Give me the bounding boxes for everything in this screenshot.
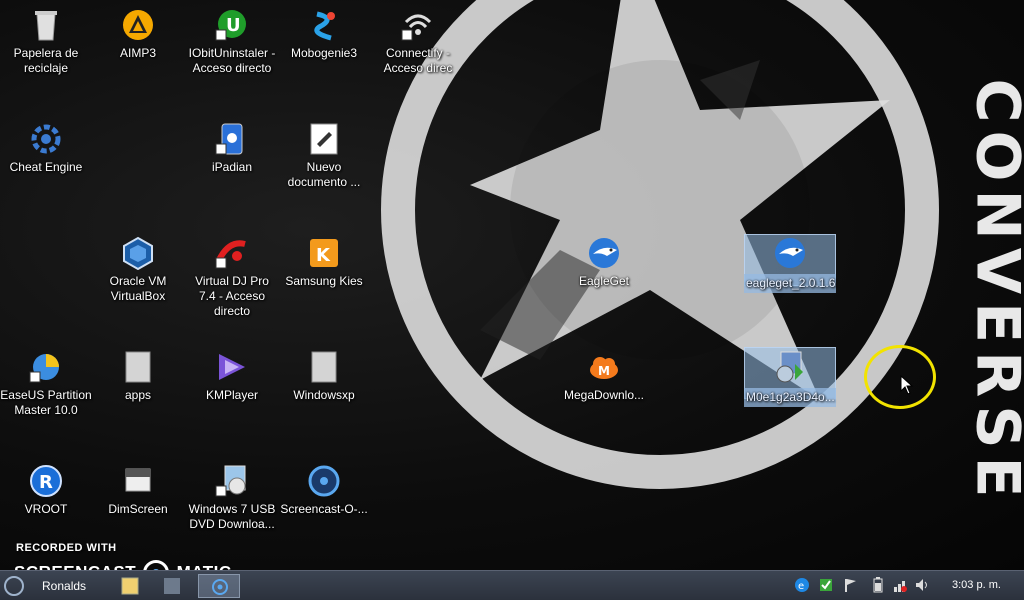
svg-text:U: U [226, 15, 241, 36]
taskbar-screencast-button[interactable] [198, 574, 240, 598]
ipadian-icon [215, 122, 249, 156]
volume-icon[interactable] [914, 577, 930, 593]
connectify-icon [401, 8, 435, 42]
virtual-dj-icon [215, 236, 249, 270]
desktop-icon-megadownloader[interactable]: M MegaDownlo... [558, 350, 650, 403]
desktop-icon-easeus[interactable]: EaseUS Partition Master 10.0 [0, 350, 92, 418]
easeus-icon [29, 350, 63, 384]
ie-tray-icon[interactable]: e [794, 577, 810, 593]
svg-text:K: K [316, 245, 331, 266]
desktop-icon-connectify[interactable]: Connectify - Acceso direc [372, 8, 464, 76]
desktop-icon-dimscreen[interactable]: DimScreen [92, 464, 184, 517]
taskbar-user-label: Ronalds [42, 579, 87, 593]
samsung-kies-icon: K [307, 236, 341, 270]
eagleget-installer-icon [773, 236, 807, 270]
desktop-icon-iobit-uninstaller[interactable]: U IObitUninstaler - Acceso directo [186, 8, 278, 76]
windows-usb-tool-icon [215, 464, 249, 498]
desktop-icon-kmplayer[interactable]: KMPlayer [186, 350, 278, 403]
cheat-engine-icon [29, 122, 63, 156]
desktop-icon-samsung-kies[interactable]: K Samsung Kies [278, 236, 370, 289]
desktop-icon-eagleget-installer[interactable]: eagleget_2.0.1.6 [744, 236, 836, 293]
desktop-icon-virtual-dj[interactable]: Virtual DJ Pro 7.4 - Acceso directo [186, 236, 278, 319]
svg-text:R: R [39, 472, 53, 493]
taskbar-app-button[interactable] [152, 574, 194, 598]
desktop-icon-virtualbox[interactable]: Oracle VM VirtualBox [92, 236, 184, 304]
desktop-icon-cheat-engine[interactable]: Cheat Engine [0, 122, 92, 175]
network-icon[interactable] [892, 577, 908, 593]
aimp-icon [121, 8, 155, 42]
battery-icon[interactable] [870, 577, 886, 593]
iobit-uninstaller-icon: U [215, 8, 249, 42]
document-icon [307, 122, 341, 156]
setup-installer-icon [773, 350, 807, 384]
desktop-icon-windows7-usb-tool[interactable]: Windows 7 USB DVD Downloa... [186, 464, 278, 532]
security-tray-icon[interactable] [818, 577, 834, 593]
svg-text:e: e [798, 581, 804, 592]
taskbar: Ronalds e 3:03 p. m. [0, 570, 1024, 600]
kmplayer-icon [215, 350, 249, 384]
mobogenie-icon [307, 8, 341, 42]
desktop-icon-recycle-bin[interactable]: Papelera de reciclaje [0, 8, 92, 76]
desktop-icon-mobogenie[interactable]: Mobogenie3 [278, 8, 370, 61]
file-icon [121, 350, 155, 384]
wallpaper-brand-text: CONVERSE [963, 78, 1024, 506]
taskbar-explorer-button[interactable] [110, 574, 152, 598]
action-center-flag-icon[interactable] [842, 577, 858, 593]
desktop-icon-setup-installer[interactable]: M0e1g2a3D4o... [744, 350, 836, 407]
vroot-icon: R [29, 464, 63, 498]
megadownloader-icon: M [587, 350, 621, 384]
mouse-pointer-icon [900, 375, 914, 395]
desktop-icon-ipadian[interactable]: iPadian [186, 122, 278, 175]
recycle-bin-icon [29, 8, 63, 42]
virtualbox-icon [121, 236, 155, 271]
start-button[interactable] [0, 574, 40, 598]
desktop-icon-eagleget[interactable]: EagleGet [558, 236, 650, 289]
taskbar-clock[interactable]: 3:03 p. m. [952, 579, 1001, 591]
file-icon [307, 350, 341, 384]
eagleget-icon [587, 236, 621, 270]
desktop-icon-apps[interactable]: apps [92, 350, 184, 403]
dimscreen-icon [121, 464, 155, 498]
desktop-icon-vroot[interactable]: R VROOT [0, 464, 92, 517]
desktop-icon-nuevo-documento[interactable]: Nuevo documento ... [278, 122, 370, 190]
svg-text:M: M [598, 364, 610, 378]
desktop-icon-windowsxp[interactable]: Windowsxp [278, 350, 370, 403]
screencast-icon [307, 464, 341, 498]
desktop-icon-aimp3[interactable]: AIMP3 [92, 8, 184, 61]
desktop-icon-screencast[interactable]: Screencast-O-... [278, 464, 370, 517]
